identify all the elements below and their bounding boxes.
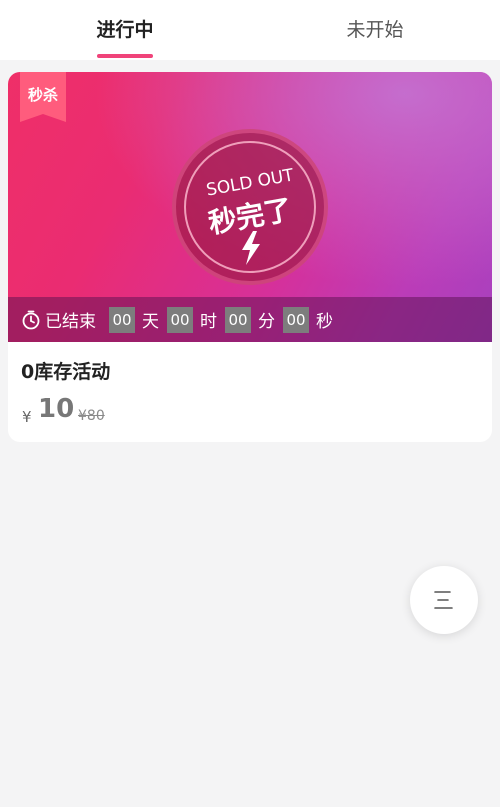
countdown-days: 00 [109, 306, 135, 333]
countdown-hours: 00 [167, 306, 193, 333]
lightning-icon [242, 231, 260, 265]
countdown-hours-unit: 时 [200, 312, 217, 332]
countdown-seconds-unit: 秒 [316, 312, 333, 332]
original-price: ¥80 [78, 408, 105, 424]
tab-not-started[interactable]: 未开始 [250, 0, 500, 60]
product-title: 0库存活动 [21, 361, 111, 383]
tab-not-started-label: 未开始 [346, 19, 404, 41]
tab-bar: 进行中 未开始 [0, 0, 500, 60]
currency-symbol: ¥ [22, 408, 32, 426]
product-banner: 秒杀 SOLD OUT 秒完了 已结束 00 天 00 时 00 分 00 秒 [8, 72, 492, 342]
countdown-minutes: 00 [225, 306, 251, 333]
countdown-seconds: 00 [283, 306, 309, 333]
sale-price: 10 [38, 394, 75, 424]
active-tab-indicator [97, 54, 153, 58]
sold-out-stamp: SOLD OUT 秒完了 [172, 129, 328, 285]
tab-in-progress[interactable]: 进行中 [0, 0, 250, 60]
countdown-minutes-unit: 分 [258, 312, 275, 332]
clock-icon [22, 310, 40, 329]
countdown-status: 已结束 [45, 312, 96, 332]
countdown-bar: 已结束 00 天 00 时 00 分 00 秒 [8, 297, 492, 342]
countdown-days-unit: 天 [142, 312, 159, 332]
tab-in-progress-label: 进行中 [96, 19, 154, 41]
flash-sale-card[interactable]: 秒杀 SOLD OUT 秒完了 已结束 00 天 00 时 00 分 00 秒 … [8, 72, 492, 442]
menu-button[interactable] [410, 566, 478, 634]
flash-sale-ribbon: 秒杀 [20, 72, 66, 122]
menu-icon [434, 591, 453, 609]
